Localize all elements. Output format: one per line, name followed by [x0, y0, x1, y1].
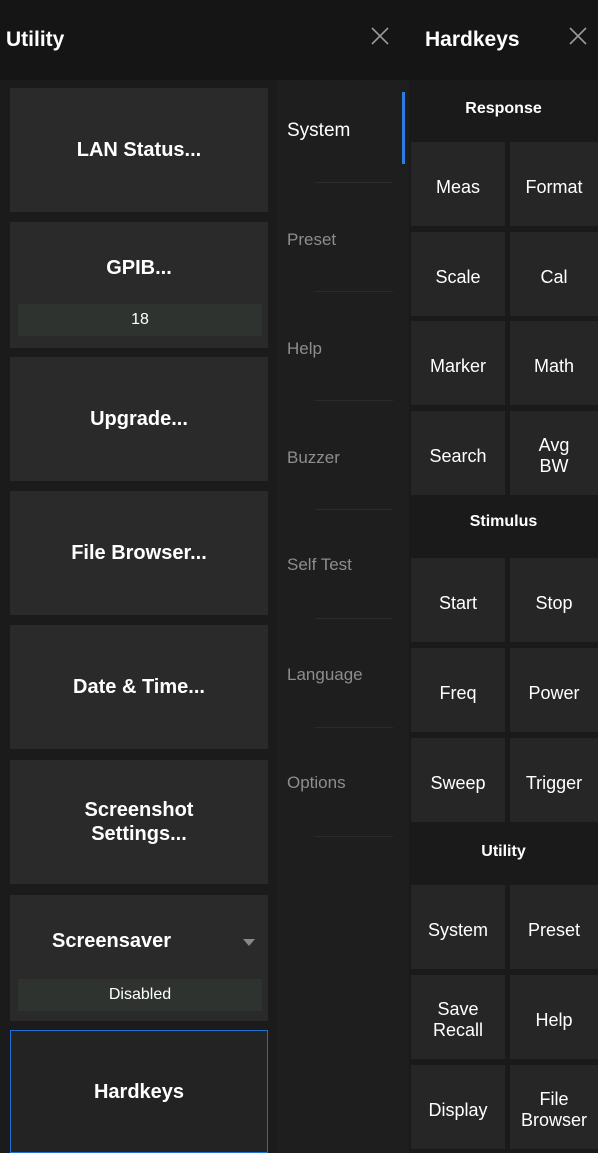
- hardkey-label: Freq: [439, 682, 477, 703]
- tab-divider: [315, 836, 393, 837]
- gpib-label: GPIB...: [106, 257, 172, 279]
- hardkey-stop[interactable]: Stop: [510, 558, 598, 642]
- active-tab-indicator: [402, 92, 405, 164]
- hardkey-meas[interactable]: Meas: [411, 142, 505, 226]
- section-utility-header: Utility: [481, 843, 526, 860]
- hardkey-cal[interactable]: Cal: [510, 232, 598, 316]
- hardkey-label: Trigger: [525, 772, 583, 793]
- tab-divider: [315, 509, 393, 510]
- hardkey-preset[interactable]: Preset: [510, 885, 598, 969]
- hardkey-marker[interactable]: Marker: [411, 321, 505, 405]
- tab-divider: [315, 182, 393, 183]
- hardkey-label: Sweep: [430, 772, 486, 793]
- utility-tabs: System Preset Help Buzzer Self Test Lang…: [277, 80, 409, 1153]
- hardkey-label: Start: [438, 592, 477, 613]
- hardkey-avg-bw[interactable]: Avg BW: [510, 411, 598, 495]
- lan-status-button[interactable]: LAN Status...: [10, 88, 268, 212]
- tab-divider: [315, 618, 393, 619]
- hardkey-sweep[interactable]: Sweep: [411, 738, 505, 822]
- hardkey-label: Save Recall: [432, 999, 484, 1040]
- file-browser-label: File Browser...: [71, 542, 207, 564]
- hardkey-label: Power: [528, 682, 580, 703]
- tab-options[interactable]: Options: [287, 773, 346, 793]
- hardkey-freq[interactable]: Freq: [411, 648, 505, 732]
- chevron-down-icon: [243, 939, 255, 946]
- hardkey-label: Marker: [429, 355, 486, 376]
- hardkey-system[interactable]: System: [411, 885, 505, 969]
- upgrade-label: Upgrade...: [90, 408, 188, 430]
- hardkey-label: Search: [429, 445, 487, 466]
- hardkey-search[interactable]: Search: [411, 411, 505, 495]
- date-time-label: Date & Time...: [73, 676, 205, 698]
- hardkey-label: Scale: [435, 266, 481, 287]
- section-response-header: Response: [465, 100, 542, 117]
- hardkey-label: System: [427, 919, 488, 940]
- utility-panel-title: Utility: [6, 28, 65, 51]
- hardkey-display[interactable]: Display: [411, 1065, 505, 1149]
- gpib-address-value: 18: [18, 304, 262, 336]
- tab-system[interactable]: System: [287, 120, 350, 142]
- hardkey-help[interactable]: Help: [510, 975, 598, 1059]
- section-stimulus-header: Stimulus: [469, 513, 538, 530]
- screensaver-value: Disabled: [18, 979, 262, 1011]
- hardkey-label: Preset: [527, 919, 581, 940]
- date-time-button[interactable]: Date & Time...: [10, 625, 268, 749]
- screensaver-label: Screensaver: [52, 930, 171, 952]
- screenshot-settings-button[interactable]: Screenshot Settings...: [10, 760, 268, 884]
- hardkey-trigger[interactable]: Trigger: [510, 738, 598, 822]
- file-browser-button[interactable]: File Browser...: [10, 491, 268, 615]
- hardkey-label: Math: [533, 355, 575, 376]
- hardkey-label: File Browser: [520, 1089, 587, 1130]
- tab-divider: [315, 727, 393, 728]
- tab-buzzer[interactable]: Buzzer: [287, 448, 340, 468]
- tab-preset[interactable]: Preset: [287, 230, 336, 250]
- hardkeys-panel-title: Hardkeys: [425, 28, 520, 51]
- hardkey-label: Format: [525, 176, 583, 197]
- hardkeys-button[interactable]: Hardkeys: [10, 1030, 268, 1153]
- top-bar: Utility Hardkeys: [0, 0, 598, 80]
- screenshot-settings-label: Screenshot Settings...: [84, 799, 194, 845]
- upgrade-button[interactable]: Upgrade...: [10, 357, 268, 481]
- tab-help[interactable]: Help: [287, 339, 322, 359]
- hardkey-label: Stop: [535, 592, 573, 613]
- hardkey-math[interactable]: Math: [510, 321, 598, 405]
- tab-language[interactable]: Language: [287, 665, 363, 685]
- hardkey-save-recall[interactable]: Save Recall: [411, 975, 505, 1059]
- hardkey-label: Meas: [435, 176, 480, 197]
- hardkey-label: Cal: [540, 266, 568, 287]
- hardkey-file-browser[interactable]: File Browser: [510, 1065, 598, 1149]
- hardkey-label: Help: [535, 1009, 573, 1030]
- lan-status-label: LAN Status...: [76, 139, 202, 161]
- hardkey-start[interactable]: Start: [411, 558, 505, 642]
- tab-self-test[interactable]: Self Test: [287, 555, 352, 575]
- tab-divider: [315, 291, 393, 292]
- hardkeys-label: Hardkeys: [93, 1080, 185, 1103]
- hardkey-label: Avg BW: [538, 435, 570, 476]
- tab-divider: [315, 400, 393, 401]
- close-icon[interactable]: [368, 24, 392, 48]
- close-icon[interactable]: [566, 24, 590, 48]
- hardkey-format[interactable]: Format: [510, 142, 598, 226]
- hardkey-power[interactable]: Power: [510, 648, 598, 732]
- hardkey-label: Display: [428, 1099, 488, 1120]
- hardkey-scale[interactable]: Scale: [411, 232, 505, 316]
